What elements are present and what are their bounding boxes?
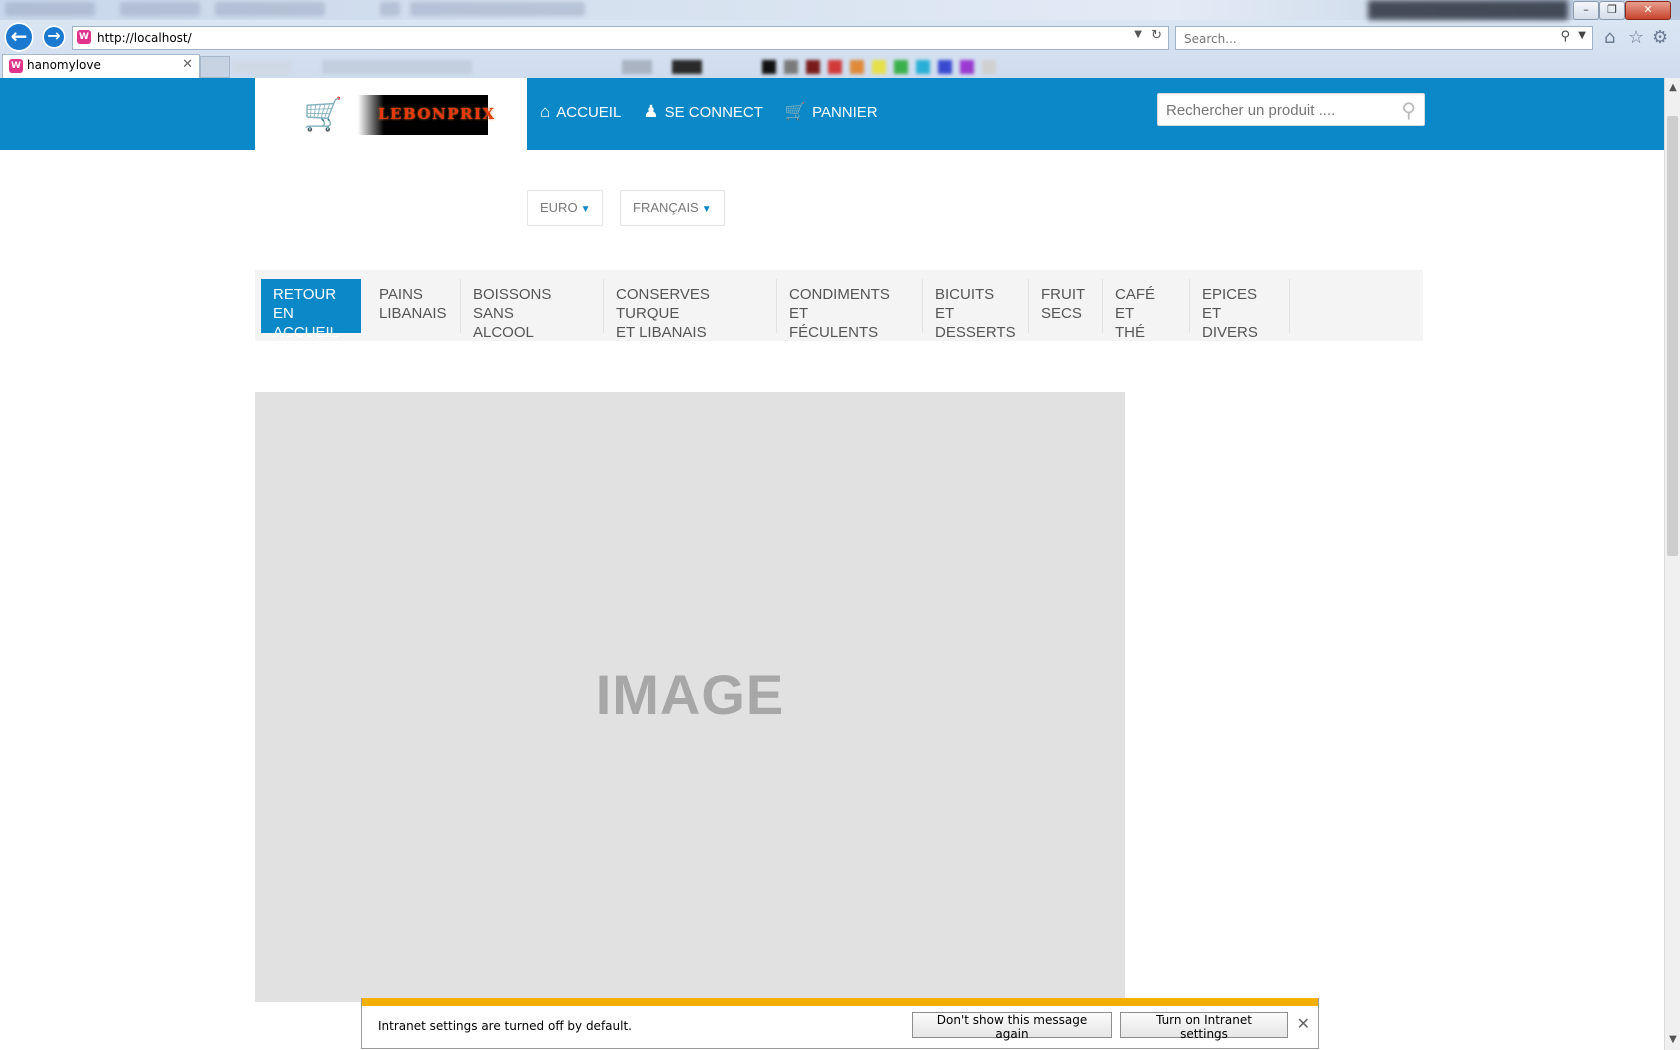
address-url[interactable]: http://localhost/ [97,29,192,47]
main-nav: ⌂ ACCUEIL ♟ SE CONNECT 🛒 PANNIER [540,99,900,125]
nav-se-connect-label: SE CONNECT [664,103,763,121]
category-boissons-sans-alcool[interactable]: BOISSONS SANS ALCOOL [461,279,604,341]
category-biscuits-desserts[interactable]: BICUITS ET DESSERTS [923,279,1029,341]
browser-search-box[interactable]: ⚲ ▼ [1175,26,1593,50]
search-icon[interactable]: ⚲ [1401,98,1416,122]
cart-icon: 🛒 [784,102,807,121]
restore-button[interactable]: ❐ [1599,1,1625,20]
site-favicon-icon: W [77,30,91,44]
hero-placeholder-text: IMAGE [595,663,785,726]
nav-accueil[interactable]: ⌂ ACCUEIL [540,99,621,125]
title-bar: – ❐ ✕ [0,0,1680,20]
category-menu: RETOUR EN ACCUEIL PAINS LIBANAIS BOISSON… [255,270,1423,341]
new-tab-button[interactable] [200,56,230,78]
nav-se-connect[interactable]: ♟ SE CONNECT [643,99,763,125]
tab-title[interactable]: hanomylove [27,58,101,72]
browser-search-input[interactable] [1182,29,1536,49]
language-dropdown[interactable]: FRANÇAIS ▼ [620,190,725,226]
back-button[interactable]: ← [4,22,34,52]
site-logo[interactable]: 🛒 LEBONPRIX [255,78,527,150]
nav-accueil-label: ACCUEIL [556,103,622,121]
home-icon: ⌂ [540,102,551,121]
nav-pannier[interactable]: 🛒 PANNIER [785,99,878,125]
favorites-star-icon[interactable]: ☆ [1628,27,1644,48]
user-icon: ♟ [643,102,659,121]
scroll-down-icon[interactable]: ▼ [1665,1032,1680,1048]
settings-gear-icon[interactable]: ⚙ [1652,27,1668,48]
category-epices-divers[interactable]: EPICES ET DIVERS [1190,279,1290,341]
scroll-up-icon[interactable]: ▲ [1665,80,1680,96]
product-search[interactable]: ⚲ [1157,93,1425,126]
blurred-toolbar [232,56,1012,76]
caret-down-icon: ▼ [701,204,712,215]
cart-logo-icon: 🛒 [303,95,343,133]
close-window-button[interactable]: ✕ [1625,1,1671,20]
notification-message: Intranet settings are turned off by defa… [378,1019,632,1033]
category-conserves-turque[interactable]: CONSERVES TURQUE ET LIBANAIS [604,279,777,341]
category-cafe-the[interactable]: CAFÉ ET THÉ [1103,279,1190,341]
tab-favicon-icon: W [9,59,23,73]
address-dropdown-icon[interactable]: ▼ [1134,29,1142,40]
tab-row: W hanomylove ✕ [0,54,1680,78]
caret-down-icon: ▼ [580,204,591,215]
minimize-button[interactable]: – [1573,1,1599,20]
turn-on-intranet-button[interactable]: Turn on Intranet settings [1120,1012,1288,1041]
category-condiments[interactable]: CONDIMENTS ET FÉCULENTS [777,279,923,341]
page-scrollbar[interactable]: ▲ ▼ [1664,78,1680,1050]
brand-name: LEBONPRIX [378,105,496,123]
currency-value: EURO [540,200,578,215]
currency-dropdown[interactable]: EURO ▼ [527,190,604,226]
close-notification-icon[interactable]: ✕ [1297,1014,1310,1033]
dont-show-again-button[interactable]: Don't show this message again [912,1012,1112,1041]
category-retour-en-accueil[interactable]: RETOUR EN ACCUEIL [261,279,361,341]
language-value: FRANÇAIS [633,200,699,215]
address-bar[interactable]: W http://localhost/ ▼ ↻ [72,26,1169,50]
notification-stripe [362,998,1318,1006]
forward-icon: → [47,26,61,45]
forward-button[interactable]: → [42,25,66,49]
intranet-notification-bar: Intranet settings are turned off by defa… [361,998,1319,1049]
nav-pannier-label: PANNIER [812,103,878,121]
hero-image-placeholder: IMAGE [255,392,1125,1002]
search-dropdown-icon[interactable]: ▼ [1578,30,1586,41]
browser-chrome: – ❐ ✕ ← → W http://localhost/ ▼ ↻ ⚲ ▼ ⌂ … [0,0,1680,79]
product-search-input[interactable] [1164,99,1388,121]
home-icon[interactable]: ⌂ [1604,27,1615,48]
tab-hanomylove[interactable]: W hanomylove ✕ [2,54,200,78]
category-pains-libanais[interactable]: PAINS LIBANAIS [367,279,461,333]
category-fruit-secs[interactable]: FRUIT SECS [1029,279,1103,333]
scroll-thumb[interactable] [1667,116,1678,556]
back-icon: ← [10,24,28,48]
brand-logo: LEBONPRIX [358,95,494,135]
search-icon[interactable]: ⚲ [1560,29,1570,44]
refresh-icon[interactable]: ↻ [1151,28,1162,43]
close-tab-icon[interactable]: ✕ [182,57,193,72]
